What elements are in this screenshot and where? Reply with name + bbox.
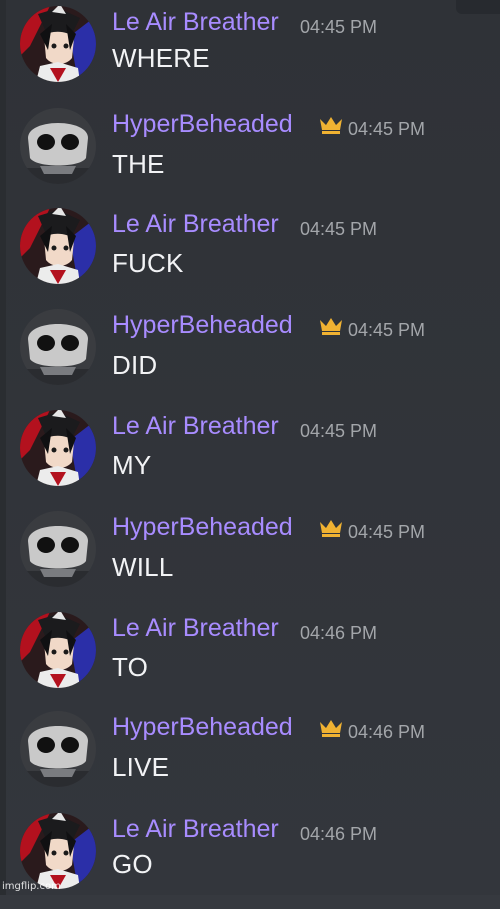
crown-icon [318,718,344,738]
chat-panel: Le Air Breather 04:45 PM WHERE HyperBehe… [0,0,500,895]
chat-message: HyperBeheaded 04:45 PM THE [0,104,500,204]
anime-character-avatar[interactable] [20,813,96,889]
message-text: LIVE [112,752,170,782]
skull-mask-avatar[interactable] [20,108,96,184]
skull-mask-avatar[interactable] [20,309,96,385]
message-text: WHERE [112,43,210,73]
message-text: THE [112,149,165,179]
message-text: WILL [112,552,174,582]
skull-mask-avatar[interactable] [20,711,96,787]
crown-icon [318,115,344,135]
timestamp: 04:45 PM [348,119,426,139]
crown-icon [318,518,344,538]
timestamp: 04:45 PM [300,219,378,239]
chat-message: Le Air Breather 04:45 PM FUCK [0,204,500,304]
crown-icon [318,316,344,336]
anime-character-avatar[interactable] [20,612,96,688]
username[interactable]: Le Air Breather [112,412,279,440]
message-text: FUCK [112,248,184,278]
chat-message: Le Air Breather 04:45 PM WHERE [0,2,500,102]
timestamp: 04:46 PM [348,722,426,742]
username[interactable]: HyperBeheaded [112,513,293,541]
skull-mask-avatar[interactable] [20,511,96,587]
chat-message: HyperBeheaded 04:45 PM WILL [0,507,500,607]
username[interactable]: Le Air Breather [112,614,279,642]
username[interactable]: HyperBeheaded [112,110,293,138]
username[interactable]: HyperBeheaded [112,311,293,339]
username[interactable]: Le Air Breather [112,210,279,238]
timestamp: 04:45 PM [300,17,378,37]
anime-character-avatar[interactable] [20,208,96,284]
chat-message: HyperBeheaded 04:46 PM LIVE [0,707,500,807]
timestamp: 04:45 PM [348,320,426,340]
chat-message: HyperBeheaded 04:45 PM DID [0,305,500,405]
watermark: imgflip.com [2,881,61,892]
timestamp: 04:46 PM [300,824,378,844]
chat-message: Le Air Breather 04:46 PM GO [0,809,500,909]
timestamp: 04:45 PM [300,421,378,441]
username[interactable]: Le Air Breather [112,815,279,843]
message-text: GO [112,849,153,879]
chat-message: Le Air Breather 04:46 PM TO [0,608,500,708]
chat-message: Le Air Breather 04:45 PM MY [0,406,500,506]
timestamp: 04:45 PM [348,522,426,542]
message-text: TO [112,652,149,682]
username[interactable]: Le Air Breather [112,8,279,36]
message-text: DID [112,350,158,380]
timestamp: 04:46 PM [300,623,378,643]
message-text: MY [112,450,152,480]
anime-character-avatar[interactable] [20,410,96,486]
username[interactable]: HyperBeheaded [112,713,293,741]
anime-character-avatar[interactable] [20,6,96,82]
